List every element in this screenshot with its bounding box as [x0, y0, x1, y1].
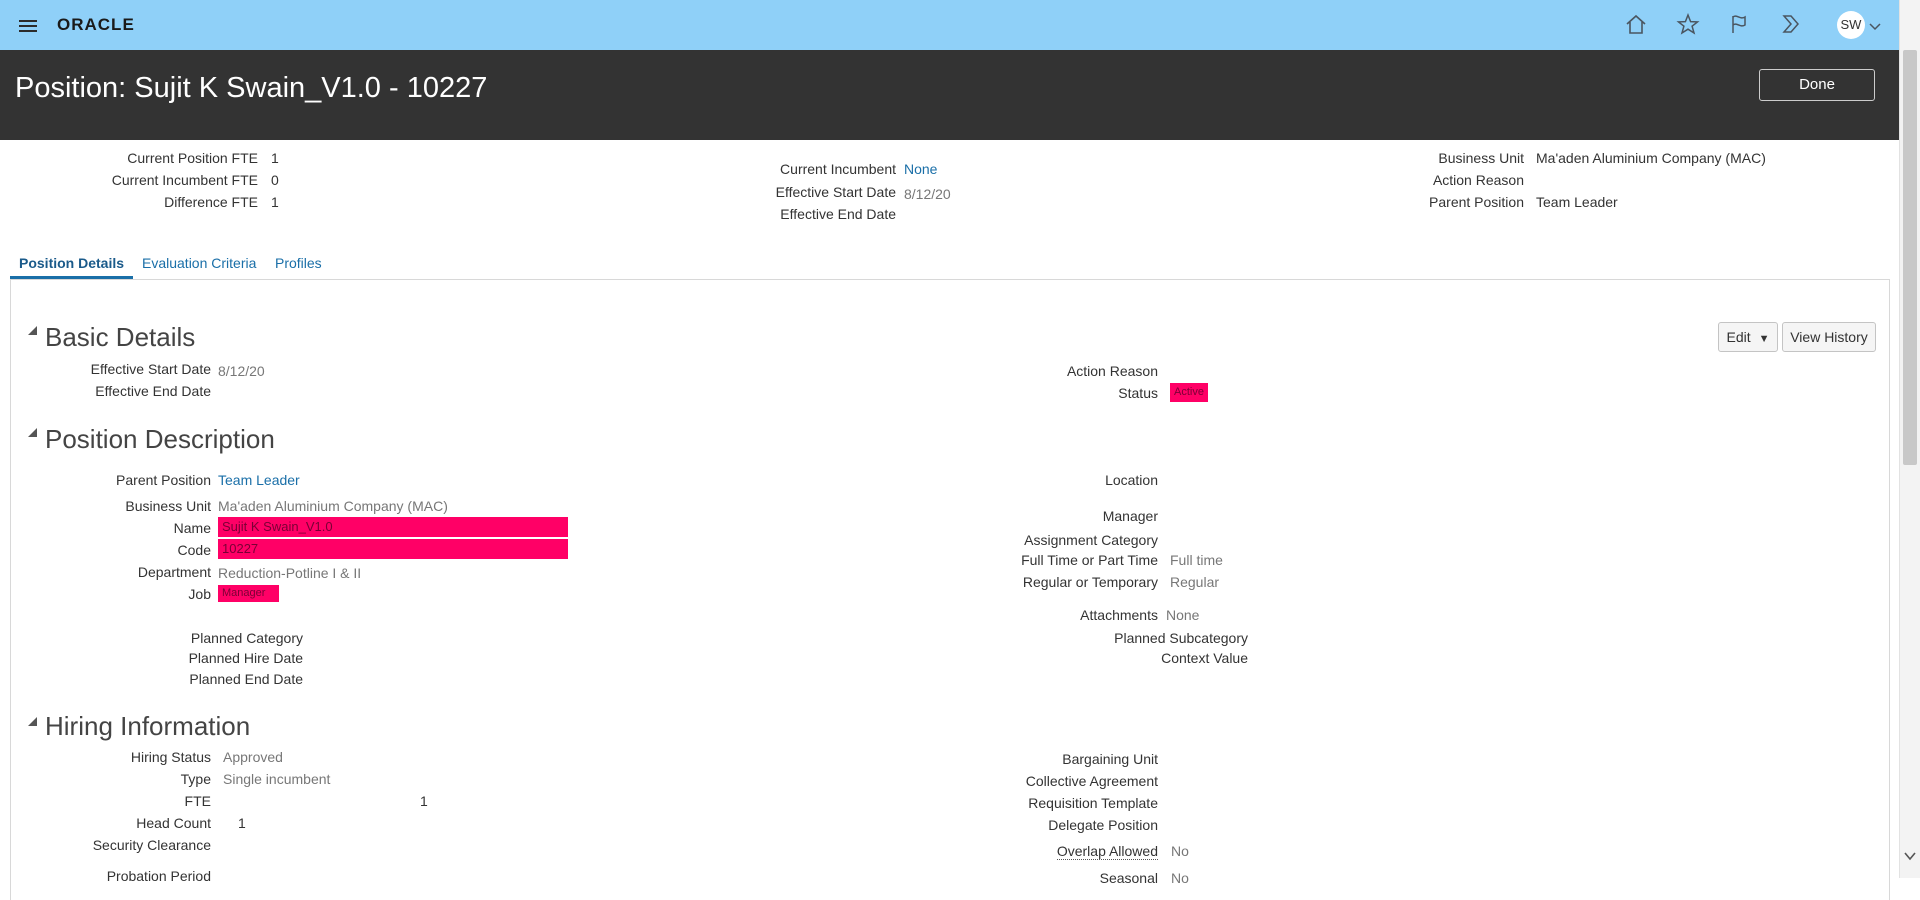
pd-parent-position-link[interactable]: Team Leader	[218, 472, 300, 488]
manager-label: Manager	[1102, 508, 1158, 524]
regular-value: Regular	[1170, 574, 1220, 590]
scrollbar-thumb[interactable]	[1903, 50, 1917, 465]
watchlist-flag-icon[interactable]	[1728, 13, 1752, 40]
planned-subcategory-label: Planned Subcategory	[1114, 630, 1248, 646]
attachments-value[interactable]: None	[1166, 607, 1199, 623]
parent-position-label: Parent Position	[1429, 194, 1524, 210]
current-position-fte-label: Current Position FTE	[127, 150, 258, 166]
bd-effective-start-date-label: Effective Start Date	[90, 361, 211, 377]
action-reason-label: Action Reason	[1432, 172, 1524, 188]
pd-job-value: Manager	[218, 585, 279, 602]
bd-effective-end-date-label: Effective End Date	[95, 383, 211, 399]
attachments-label: Attachments	[1080, 607, 1158, 623]
user-avatar[interactable]: SW	[1837, 11, 1865, 39]
current-incumbent-fte-value: 0	[271, 172, 279, 188]
chevron-down-icon[interactable]	[1869, 18, 1881, 36]
hiring-information-title: Hiring Information	[45, 711, 251, 741]
head-count-value: 1	[238, 815, 246, 831]
type-value: Single incumbent	[223, 771, 331, 787]
edit-button[interactable]: Edit ▼	[1718, 322, 1778, 352]
collapse-triangle-icon[interactable]	[28, 428, 37, 437]
effective-end-date-label: Effective End Date	[780, 206, 896, 222]
planned-hire-date-label: Planned Hire Date	[188, 650, 303, 666]
regular-label: Regular or Temporary	[1022, 574, 1158, 590]
oracle-logo: ORACLE	[57, 15, 135, 34]
view-history-button[interactable]: View History	[1782, 322, 1876, 352]
pd-name-value: Sujit K Swain_V1.0	[218, 517, 568, 537]
head-count-label: Head Count	[136, 815, 211, 831]
probation-period-label: Probation Period	[106, 868, 211, 884]
collapse-triangle-icon[interactable]	[28, 717, 37, 726]
delegate-position-label: Delegate Position	[1048, 817, 1158, 833]
assignment-category-label: Assignment Category	[1024, 532, 1158, 548]
pd-parent-position-label: Parent Position	[116, 472, 211, 488]
seasonal-value: No	[1171, 870, 1189, 886]
pd-code-value: 10227	[218, 539, 568, 559]
notifications-icon[interactable]	[1779, 13, 1803, 40]
home-icon[interactable]	[1624, 13, 1648, 40]
page-title: Position: Sujit K Swain_V1.0 - 10227	[15, 72, 488, 104]
planned-category-label: Planned Category	[190, 630, 303, 646]
seasonal-label: Seasonal	[1099, 870, 1158, 886]
tab-content-panel	[10, 279, 1890, 900]
pd-business-unit-label: Business Unit	[125, 498, 211, 514]
overlap-allowed-label: Overlap Allowed	[1056, 843, 1158, 860]
edit-label: Edit	[1726, 329, 1751, 345]
basic-details-title: Basic Details	[45, 322, 196, 352]
bd-effective-start-date-value: 8/12/20	[218, 363, 265, 379]
pd-business-unit-value: Ma'aden Aluminium Company (MAC)	[218, 498, 448, 514]
business-unit-label: Business Unit	[1438, 150, 1524, 166]
overlap-allowed-value: No	[1171, 843, 1189, 859]
scroll-down-icon[interactable]	[1904, 850, 1916, 864]
menu-icon[interactable]	[19, 17, 37, 35]
page-header: Position: Sujit K Swain_V1.0 - 10227 Don…	[0, 50, 1899, 140]
caret-down-icon: ▼	[1758, 333, 1770, 345]
effective-start-date-value: 8/12/20	[904, 186, 951, 202]
collapse-triangle-icon[interactable]	[28, 326, 37, 335]
done-button[interactable]: Done	[1759, 69, 1875, 101]
current-incumbent-label: Current Incumbent	[780, 161, 896, 177]
full-time-label: Full Time or Part Time	[1021, 552, 1158, 568]
hiring-status-value: Approved	[223, 749, 283, 765]
security-clearance-label: Security Clearance	[92, 837, 211, 853]
fte-label: FTE	[184, 793, 211, 809]
position-description-title: Position Description	[45, 424, 275, 454]
business-unit-value: Ma'aden Aluminium Company (MAC)	[1536, 150, 1766, 166]
collective-agreement-label: Collective Agreement	[1025, 773, 1158, 789]
requisition-template-label: Requisition Template	[1028, 795, 1158, 811]
context-value-label: Context Value	[1161, 650, 1248, 666]
fte-value: 1	[420, 793, 428, 809]
parent-position-value: Team Leader	[1536, 194, 1618, 210]
planned-end-date-label: Planned End Date	[189, 671, 303, 687]
bd-status-label: Status	[1118, 385, 1158, 401]
difference-fte-label: Difference FTE	[164, 194, 258, 210]
difference-fte-value: 1	[271, 194, 279, 210]
current-position-fte-value: 1	[271, 150, 279, 166]
page-scrollbar[interactable]	[1899, 0, 1920, 878]
type-label: Type	[180, 771, 211, 787]
effective-start-date-label: Effective Start Date	[775, 184, 896, 200]
full-time-value: Full time	[1170, 552, 1223, 568]
bargaining-unit-label: Bargaining Unit	[1062, 751, 1158, 767]
current-incumbent-link[interactable]: None	[904, 161, 937, 177]
tab-evaluation-criteria[interactable]: Evaluation Criteria	[142, 255, 256, 271]
status-value: Active	[1170, 383, 1208, 402]
tab-position-details[interactable]: Position Details	[19, 255, 124, 271]
bd-action-reason-label: Action Reason	[1066, 363, 1158, 379]
pd-department-label: Department	[137, 564, 211, 580]
pd-code-label: Code	[177, 542, 211, 558]
location-label: Location	[1105, 472, 1158, 488]
global-header: ORACLE SW	[0, 0, 1899, 50]
favorites-star-icon[interactable]	[1676, 12, 1700, 40]
pd-name-label: Name	[173, 520, 211, 536]
current-incumbent-fte-label: Current Incumbent FTE	[111, 172, 258, 188]
hiring-status-label: Hiring Status	[130, 749, 211, 765]
pd-department-value: Reduction-Potline I & II	[218, 565, 362, 581]
pd-job-label: Job	[188, 586, 211, 602]
tab-profiles[interactable]: Profiles	[275, 255, 322, 271]
